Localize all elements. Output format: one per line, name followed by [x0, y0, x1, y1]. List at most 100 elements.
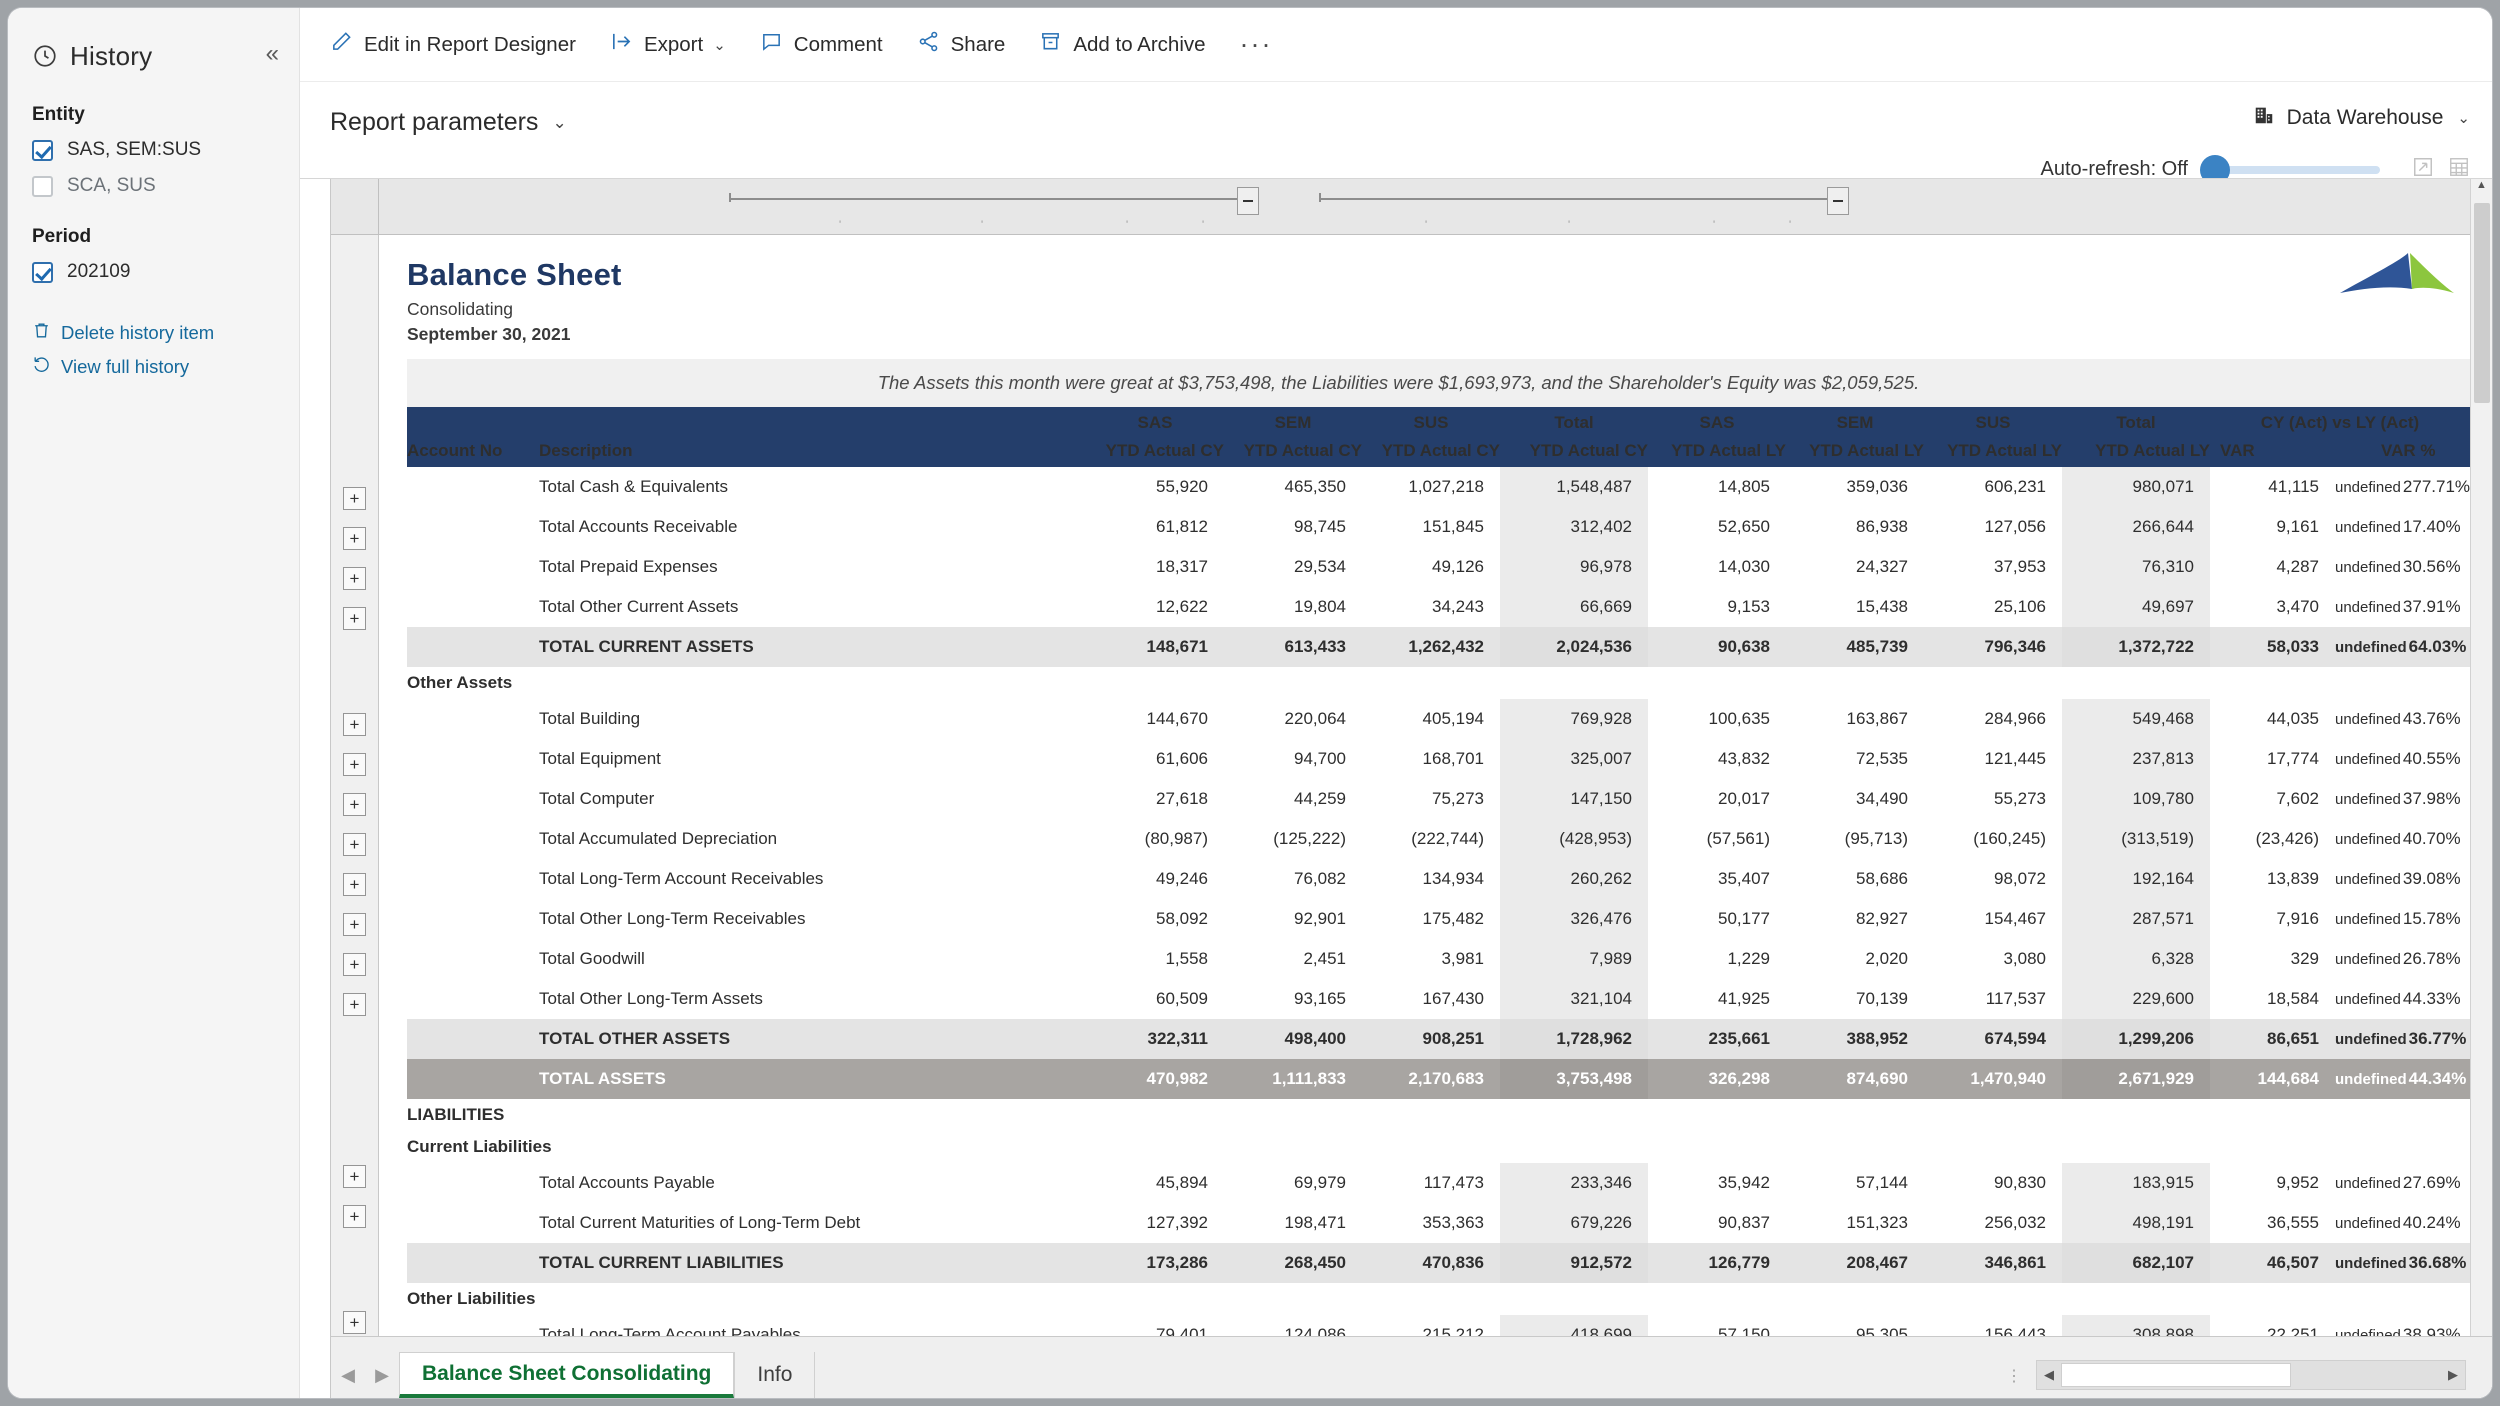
- share-button[interactable]: Share: [917, 30, 1005, 59]
- sidebar-actions: Delete history item View full history: [8, 290, 299, 384]
- cell-value: 127,056: [1924, 507, 2062, 547]
- cell-value: 90,837: [1648, 1203, 1786, 1243]
- cell-var-pct: undefined 26.78%: [2335, 939, 2470, 979]
- cell-value: 359,036: [1786, 467, 1924, 507]
- add-to-archive-button[interactable]: Add to Archive: [1039, 30, 1206, 59]
- report-body: Balance Sheet Consolidating September 30…: [379, 235, 2492, 1336]
- column-group-ly[interactable]: [1319, 187, 1849, 221]
- cell-description: Total Current Maturities of Long-Term De…: [539, 1203, 1086, 1243]
- cell-value: 109,780: [2062, 779, 2210, 819]
- entity-checkbox-unchecked[interactable]: [32, 175, 53, 197]
- expand-row-button[interactable]: +: [343, 993, 366, 1016]
- cell-value: 908,251: [1362, 1019, 1500, 1059]
- more-options-button[interactable]: ···: [1240, 31, 1273, 58]
- header-group-sas-ly: SAS: [1648, 407, 1786, 435]
- cell-var: 58,033: [2210, 627, 2335, 667]
- entity-section-label: Entity: [32, 104, 85, 125]
- collapse-group-ly-button[interactable]: [1827, 187, 1849, 215]
- header-sem-ytd-cy: YTD Actual CY: [1224, 435, 1362, 467]
- header-sem-ytd-ly: YTD Actual LY: [1786, 435, 1924, 467]
- expand-row-button[interactable]: +: [343, 833, 366, 856]
- cell-var-pct: undefined 39.08%: [2335, 859, 2470, 899]
- table-header: SAS SEM SUS Total SAS SEM SUS Total CY (…: [407, 407, 2470, 467]
- cell-value: 9,153: [1648, 587, 1786, 627]
- cell-value: 14,805: [1648, 467, 1786, 507]
- entity-option-sca-sus[interactable]: SCA, SUS: [8, 168, 299, 204]
- outline-tick: ': [1789, 219, 1792, 231]
- cell-value: 124,086: [1224, 1315, 1362, 1336]
- cell-var: 36,555: [2210, 1203, 2335, 1243]
- trend-up-icon: undefined: [2335, 991, 2401, 1008]
- cell-value: 156,443: [1924, 1315, 2062, 1336]
- cell-value: 55,920: [1086, 467, 1224, 507]
- delete-history-item-label: Delete history item: [61, 322, 215, 343]
- collapse-group-cy-button[interactable]: [1237, 187, 1259, 215]
- expand-row-button[interactable]: +: [343, 527, 366, 550]
- horizontal-scroll-thumb[interactable]: [2061, 1363, 2291, 1387]
- tab-next-button[interactable]: ▶: [365, 1352, 399, 1398]
- cell-value: 44,259: [1224, 779, 1362, 819]
- report-parameters-label: Report parameters: [330, 108, 539, 136]
- expand-row-button[interactable]: +: [343, 1205, 366, 1228]
- entity-option-sas-sem-sus[interactable]: SAS, SEM:SUS: [8, 132, 299, 168]
- trend-up-icon: undefined: [2335, 639, 2407, 656]
- expand-row-button[interactable]: +: [343, 953, 366, 976]
- edit-in-report-designer-button[interactable]: Edit in Report Designer: [330, 30, 576, 59]
- horizontal-scrollbar[interactable]: ◀ ▶: [2036, 1360, 2466, 1390]
- tab-overflow-button[interactable]: ⋮: [2006, 1369, 2022, 1398]
- header-total-ytd-ly: YTD Actual LY: [2062, 435, 2210, 467]
- history-revert-icon: [32, 355, 61, 379]
- expand-row-button[interactable]: +: [343, 713, 366, 736]
- expand-row-button[interactable]: +: [343, 567, 366, 590]
- entity-checkbox-checked[interactable]: [32, 139, 53, 161]
- expand-row-button[interactable]: +: [343, 913, 366, 936]
- period-option-202109[interactable]: 202109: [8, 254, 299, 290]
- vertical-scroll-thumb[interactable]: [2473, 203, 2490, 403]
- expand-row-button[interactable]: +: [343, 753, 366, 776]
- cell-value: 1,728,962: [1500, 1019, 1648, 1059]
- cell-value: 233,346: [1500, 1163, 1648, 1203]
- sidebar-header: History «: [8, 8, 299, 82]
- cell-value: 79,401: [1086, 1315, 1224, 1336]
- tab-info[interactable]: Info: [734, 1352, 816, 1398]
- comment-button[interactable]: Comment: [760, 30, 883, 59]
- hscroll-left-arrow[interactable]: ◀: [2037, 1367, 2061, 1383]
- cell-value: 192,164: [2062, 859, 2210, 899]
- cell-value: 98,072: [1924, 859, 2062, 899]
- table-row: TOTAL CURRENT ASSETS 148,671 613,433 1,262,…: [407, 627, 2470, 667]
- expand-row-button[interactable]: +: [343, 873, 366, 896]
- report-date: September 30, 2021: [407, 324, 571, 344]
- report-parameters-toggle[interactable]: Report parameters ⌄: [330, 108, 567, 137]
- sidebar-collapse-button[interactable]: «: [266, 42, 279, 70]
- expand-row-button[interactable]: +: [343, 1311, 366, 1334]
- auto-refresh-slider[interactable]: [2200, 154, 2380, 185]
- cell-description: Total Other Long-Term Assets: [539, 979, 1086, 1019]
- table-row: Total Accounts Receivable 61,812 98,745 151…: [407, 507, 2470, 547]
- export-button[interactable]: Export ⌄: [610, 30, 726, 59]
- table-section-row: LIABILITIES: [407, 1099, 2470, 1131]
- cell-value: 76,082: [1224, 859, 1362, 899]
- view-full-history-link[interactable]: View full history: [32, 350, 275, 384]
- table-section-row: Current Liabilities: [407, 1131, 2470, 1163]
- report-canvas: ' ' ' ' ' ' ' ' + + + + + + + + + + + + …: [300, 178, 2492, 1398]
- column-group-cy[interactable]: [729, 187, 1259, 221]
- cell-value: 127,392: [1086, 1203, 1224, 1243]
- period-checkbox-checked[interactable]: [32, 261, 53, 283]
- vertical-scrollbar[interactable]: ▲ ▼: [2470, 179, 2492, 1398]
- chevron-down-icon: ⌄: [2457, 110, 2470, 127]
- expand-row-button[interactable]: +: [343, 793, 366, 816]
- header-group-sus-cy: SUS: [1362, 407, 1500, 435]
- outline-tick: ': [839, 219, 842, 231]
- cell-value: 613,433: [1224, 627, 1362, 667]
- datasource-selector[interactable]: Data Warehouse ⌄: [2253, 104, 2470, 132]
- tab-balance-sheet-consolidating[interactable]: Balance Sheet Consolidating: [399, 1352, 735, 1398]
- scroll-up-arrow[interactable]: ▲: [2471, 179, 2492, 199]
- expand-row-button[interactable]: +: [343, 607, 366, 630]
- report-title: Balance Sheet: [407, 257, 622, 292]
- delete-history-item-link[interactable]: Delete history item: [32, 316, 275, 350]
- expand-row-button[interactable]: +: [343, 1165, 366, 1188]
- expand-row-button[interactable]: +: [343, 487, 366, 510]
- tab-prev-button[interactable]: ◀: [331, 1352, 365, 1398]
- cell-value: 98,745: [1224, 507, 1362, 547]
- hscroll-right-arrow[interactable]: ▶: [2441, 1367, 2465, 1383]
